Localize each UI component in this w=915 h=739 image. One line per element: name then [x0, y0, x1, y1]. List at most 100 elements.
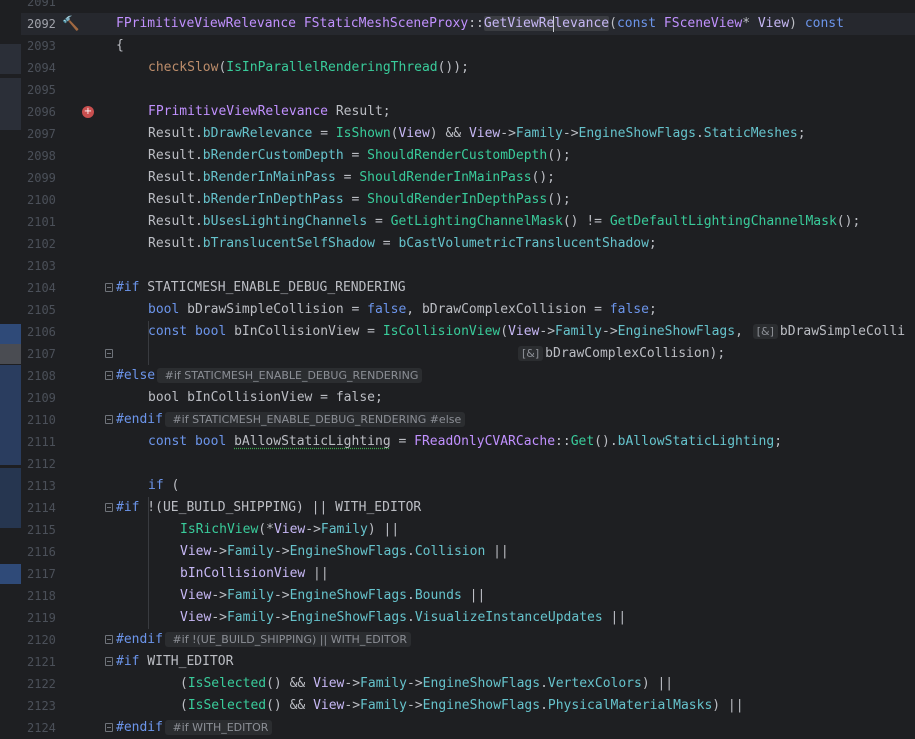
- code-text[interactable]: const bool bAllowStaticLighting = FReadO…: [116, 431, 782, 453]
- fold-toggle-icon[interactable]: [105, 283, 113, 292]
- code-line[interactable]: 2111 const bool bAllowStaticLighting = FR…: [21, 431, 915, 453]
- code-text[interactable]: bool bDrawSimpleCollision = false, bDraw…: [116, 299, 657, 321]
- line-number[interactable]: 2117: [27, 563, 67, 585]
- line-number[interactable]: 2114: [27, 497, 67, 519]
- code-line[interactable]: 2110 #endif #if STATICMESH_ENABLE_DEBUG_R…: [21, 409, 915, 431]
- code-line[interactable]: 2120 #endif #if !(UE_BUILD_SHIPPING) || W…: [21, 629, 915, 651]
- fold-toggle-icon[interactable]: [105, 349, 113, 358]
- line-number[interactable]: 2092: [27, 13, 67, 35]
- code-text[interactable]: #if STATICMESH_ENABLE_DEBUG_RENDERING: [116, 277, 406, 299]
- code-text[interactable]: bInCollisionView ||: [116, 563, 329, 585]
- breakpoint-icon[interactable]: +: [82, 106, 94, 118]
- code-line[interactable]: 2113 if (: [21, 475, 915, 497]
- code-line[interactable]: 2094 checkSlow(IsInParallelRenderingThrea…: [21, 57, 915, 79]
- code-line[interactable]: 2092 🔨 FPrimitiveViewRelevance FStaticMesh…: [21, 13, 915, 35]
- code-text[interactable]: View->Family->EngineShowFlags.Bounds ||: [116, 585, 485, 607]
- code-text[interactable]: (IsSelected() && View->Family->EngineSho…: [116, 673, 673, 695]
- code-text[interactable]: #endif #if !(UE_BUILD_SHIPPING) || WITH_…: [116, 629, 413, 651]
- line-number[interactable]: 2122: [27, 673, 67, 695]
- code-text[interactable]: View->Family->EngineShowFlags.Collision …: [116, 541, 509, 563]
- code-text[interactable]: bool bInCollisionView = false;: [116, 387, 383, 409]
- code-line[interactable]: 2114 #if !(UE_BUILD_SHIPPING) || WITH_EDI…: [21, 497, 915, 519]
- line-number[interactable]: 2116: [27, 541, 67, 563]
- line-number[interactable]: 2109: [27, 387, 67, 409]
- line-number[interactable]: 2094: [27, 57, 67, 79]
- line-number[interactable]: 2091: [27, 0, 67, 13]
- code-text[interactable]: #endif #if WITH_EDITOR: [116, 717, 274, 739]
- line-number[interactable]: 2112: [27, 453, 67, 475]
- code-text[interactable]: Result.bRenderInDepthPass = ShouldRender…: [116, 189, 571, 211]
- code-text[interactable]: Result.bTranslucentSelfShadow = bCastVol…: [116, 233, 657, 255]
- code-text[interactable]: Result.bDrawRelevance = IsShown(View) &&…: [116, 123, 806, 145]
- code-line[interactable]: 2121 #if WITH_EDITOR: [21, 651, 915, 673]
- line-number[interactable]: 2104: [27, 277, 67, 299]
- code-text[interactable]: {: [116, 35, 124, 57]
- line-number[interactable]: 2103: [27, 255, 67, 277]
- line-number[interactable]: 2107: [27, 343, 67, 365]
- code-line[interactable]: 2112: [21, 453, 915, 475]
- fold-toggle-icon[interactable]: [105, 371, 113, 380]
- hammer-icon[interactable]: 🔨: [62, 13, 79, 35]
- code-text[interactable]: #else #if STATICMESH_ENABLE_DEBUG_RENDER…: [116, 365, 424, 387]
- line-number[interactable]: 2119: [27, 607, 67, 629]
- line-number[interactable]: 2120: [27, 629, 67, 651]
- line-number[interactable]: 2108: [27, 365, 67, 387]
- line-number[interactable]: 2124: [27, 717, 67, 739]
- line-number[interactable]: 2102: [27, 233, 67, 255]
- code-text[interactable]: Result.bUsesLightingChannels = GetLighti…: [116, 211, 860, 233]
- code-line[interactable]: 2095: [21, 79, 915, 101]
- code-text[interactable]: if (: [116, 475, 179, 497]
- code-text[interactable]: #if !(UE_BUILD_SHIPPING) || WITH_EDITOR: [116, 497, 421, 519]
- code-text[interactable]: (IsSelected() && View->Family->EngineSho…: [116, 695, 744, 717]
- code-text[interactable]: View->Family->EngineShowFlags.VisualizeI…: [116, 607, 626, 629]
- code-line[interactable]: 2107 [&] bDrawComplexCollision);: [21, 343, 915, 365]
- line-number[interactable]: 2099: [27, 167, 67, 189]
- code-line[interactable]: 2098 Result.bRenderCustomDepth = ShouldRe…: [21, 145, 915, 167]
- code-text[interactable]: #endif #if STATICMESH_ENABLE_DEBUG_RENDE…: [116, 409, 467, 431]
- code-text[interactable]: #if WITH_EDITOR: [116, 651, 233, 673]
- code-text[interactable]: Result.bRenderInMainPass = ShouldRenderI…: [116, 167, 555, 189]
- line-number[interactable]: 2101: [27, 211, 67, 233]
- code-line[interactable]: 2115 IsRichView(*View->Family) ||: [21, 519, 915, 541]
- fold-toggle-icon[interactable]: [105, 415, 113, 424]
- code-text[interactable]: const bool bInCollisionView = IsCollisio…: [116, 321, 905, 343]
- code-line[interactable]: 2103: [21, 255, 915, 277]
- code-text[interactable]: checkSlow(IsInParallelRenderingThread())…: [116, 57, 469, 79]
- code-line[interactable]: 2093 {: [21, 35, 915, 57]
- code-editor[interactable]: 2091 2092 🔨 FPrimitiveViewRelevance FStatic…: [21, 0, 915, 735]
- code-text[interactable]: FPrimitiveViewRelevance FStaticMeshScene…: [116, 13, 844, 35]
- code-line[interactable]: 2124 #endif #if WITH_EDITOR: [21, 717, 915, 739]
- code-line[interactable]: 2104 #if STATICMESH_ENABLE_DEBUG_RENDERIN…: [21, 277, 915, 299]
- line-number[interactable]: 2098: [27, 145, 67, 167]
- code-line[interactable]: 2106 const bool bInCollisionView = IsColl…: [21, 321, 915, 343]
- line-number[interactable]: 2121: [27, 651, 67, 673]
- code-line[interactable]: 2116 View->Family->EngineShowFlags.Collis…: [21, 541, 915, 563]
- line-number[interactable]: 2096: [27, 101, 67, 123]
- line-number[interactable]: 2100: [27, 189, 67, 211]
- line-number[interactable]: 2123: [27, 695, 67, 717]
- line-number[interactable]: 2115: [27, 519, 67, 541]
- line-number[interactable]: 2111: [27, 431, 67, 453]
- code-line[interactable]: 2091: [21, 0, 915, 13]
- code-line[interactable]: 2100 Result.bRenderInDepthPass = ShouldRe…: [21, 189, 915, 211]
- code-line[interactable]: 2108 #else #if STATICMESH_ENABLE_DEBUG_RE…: [21, 365, 915, 387]
- code-line[interactable]: 2105 bool bDrawSimpleCollision = false, b…: [21, 299, 915, 321]
- fold-toggle-icon[interactable]: [105, 635, 113, 644]
- line-number[interactable]: 2113: [27, 475, 67, 497]
- code-line[interactable]: 2118 View->Family->EngineShowFlags.Bounds…: [21, 585, 915, 607]
- code-line[interactable]: 2122 (IsSelected() && View->Family->Engin…: [21, 673, 915, 695]
- line-number[interactable]: 2118: [27, 585, 67, 607]
- line-number[interactable]: 2106: [27, 321, 67, 343]
- code-line[interactable]: 2109 bool bInCollisionView = false;: [21, 387, 915, 409]
- code-line[interactable]: 2119 View->Family->EngineShowFlags.Visual…: [21, 607, 915, 629]
- code-line[interactable]: 2102 Result.bTranslucentSelfShadow = bCas…: [21, 233, 915, 255]
- line-number[interactable]: 2105: [27, 299, 67, 321]
- code-line[interactable]: 2101 Result.bUsesLightingChannels = GetLi…: [21, 211, 915, 233]
- fold-toggle-icon[interactable]: [105, 503, 113, 512]
- code-text[interactable]: Result.bRenderCustomDepth = ShouldRender…: [116, 145, 571, 167]
- code-line[interactable]: 2123 (IsSelected() && View->Family->Engin…: [21, 695, 915, 717]
- code-line[interactable]: 2096 + FPrimitiveViewRelevance Result;: [21, 101, 915, 123]
- code-line[interactable]: 2099 Result.bRenderInMainPass = ShouldRen…: [21, 167, 915, 189]
- code-text[interactable]: [&] bDrawComplexCollision);: [116, 343, 725, 365]
- line-number[interactable]: 2110: [27, 409, 67, 431]
